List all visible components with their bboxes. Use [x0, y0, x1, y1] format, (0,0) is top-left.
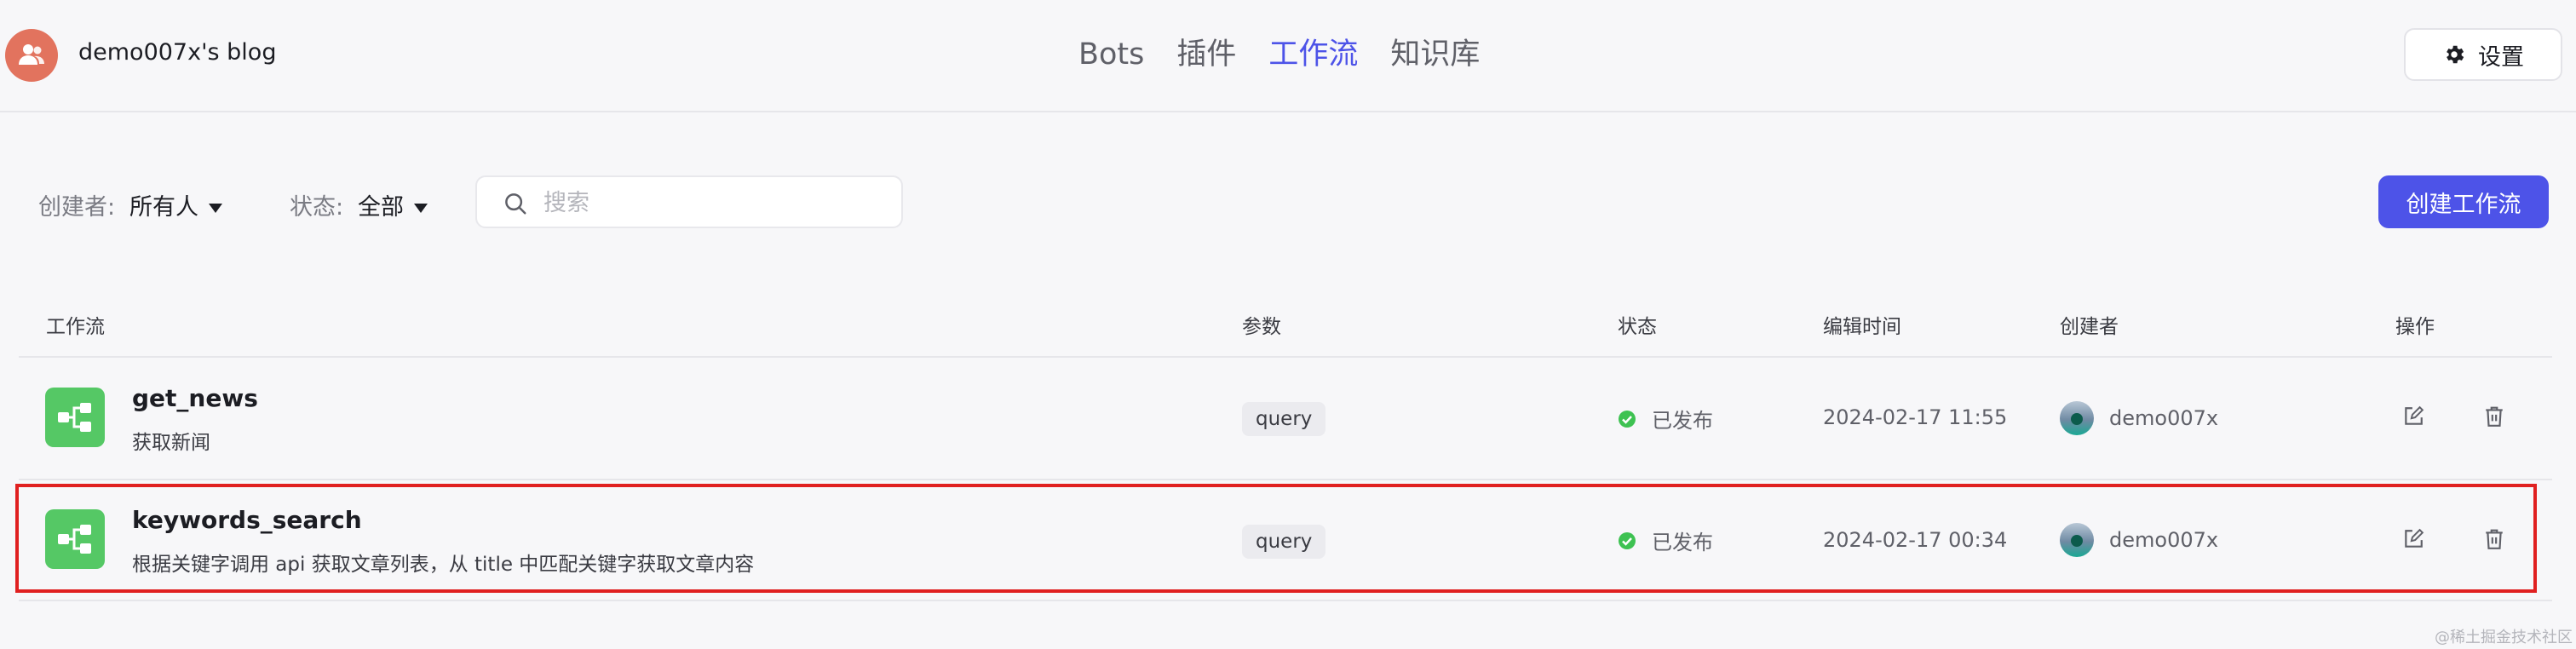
creator-cell: demo007x [2060, 401, 2218, 435]
column-header-creator: 创建者 [2060, 316, 2119, 338]
workflow-description: 根据关键字调用 api 获取文章列表，从 title 中匹配关键字获取文章内容 [132, 554, 755, 576]
nav-tab-bots[interactable]: Bots [1078, 32, 1144, 77]
trash-icon [2486, 529, 2503, 549]
settings-button[interactable]: 设置 [2404, 28, 2562, 81]
creator-cell: demo007x [2060, 523, 2218, 557]
edit-time: 2024-02-17 11:55 [1823, 405, 2008, 429]
creator-filter-dropdown[interactable]: 所有人 [129, 188, 222, 221]
creator-name: demo007x [2109, 528, 2219, 552]
status-filter-value: 全部 [358, 194, 404, 221]
workflow-name[interactable]: get_news [132, 384, 258, 412]
edit-icon [2405, 405, 2424, 425]
creator-name: demo007x [2109, 406, 2219, 430]
flowchart-icon [58, 525, 91, 554]
param-tag: query [1242, 402, 1326, 436]
watermark: @稀土掘金技术社区 [2435, 629, 2573, 646]
edit-button[interactable] [2402, 528, 2424, 554]
main-nav: Bots 插件 工作流 知识库 [1078, 32, 1512, 77]
search-box[interactable] [475, 175, 903, 228]
column-header-edit-time: 编辑时间 [1823, 316, 1901, 338]
status-text: 已发布 [1652, 409, 1713, 433]
flowchart-icon [58, 403, 91, 432]
nav-tab-workflows[interactable]: 工作流 [1268, 32, 1358, 77]
blog-title: demo007x's blog [78, 39, 277, 66]
column-header-status: 状态 [1618, 316, 1657, 338]
table-divider [19, 600, 2552, 601]
create-workflow-button[interactable]: 创建工作流 [2378, 175, 2549, 228]
column-header-actions: 操作 [2395, 316, 2435, 338]
param-tag: query [1242, 525, 1326, 559]
workflow-name[interactable]: keywords_search [132, 506, 362, 534]
status-text: 已发布 [1652, 531, 1713, 554]
nav-tab-plugins[interactable]: 插件 [1176, 32, 1236, 77]
nav-tab-knowledge[interactable]: 知识库 [1390, 32, 1480, 77]
edit-icon [2405, 528, 2424, 548]
table-divider [19, 479, 2552, 480]
team-avatar[interactable] [5, 29, 58, 82]
workflow-icon [45, 388, 105, 447]
settings-label: 设置 [2478, 43, 2524, 71]
delete-button[interactable] [2483, 528, 2505, 554]
creator-filter-value: 所有人 [129, 194, 198, 221]
creator-avatar [2060, 401, 2094, 435]
search-input[interactable] [542, 186, 886, 220]
column-header-workflow: 工作流 [46, 316, 105, 338]
status-filter-label: 状态: [290, 194, 344, 221]
status-published: 已发布 [1618, 404, 1713, 434]
caret-down-icon [414, 204, 428, 213]
check-circle-icon [1619, 410, 1636, 428]
search-icon [505, 193, 526, 215]
creator-filter-label: 创建者: [38, 194, 116, 221]
workflow-description: 获取新闻 [132, 432, 210, 454]
gear-icon [2447, 45, 2464, 64]
delete-button[interactable] [2483, 405, 2505, 431]
creator-avatar [2060, 523, 2094, 557]
status-filter-dropdown[interactable]: 全部 [358, 188, 428, 221]
edit-time: 2024-02-17 00:34 [1823, 528, 2008, 552]
trash-icon [2486, 406, 2503, 427]
users-icon [19, 44, 44, 65]
check-circle-icon [1619, 531, 1636, 549]
workflow-icon [45, 509, 105, 569]
column-header-params: 参数 [1242, 316, 1281, 338]
edit-button[interactable] [2402, 405, 2424, 431]
status-published: 已发布 [1618, 526, 1713, 555]
caret-down-icon [209, 204, 222, 213]
top-header: demo007x's blog Bots 插件 工作流 知识库 设置 [0, 0, 2576, 112]
